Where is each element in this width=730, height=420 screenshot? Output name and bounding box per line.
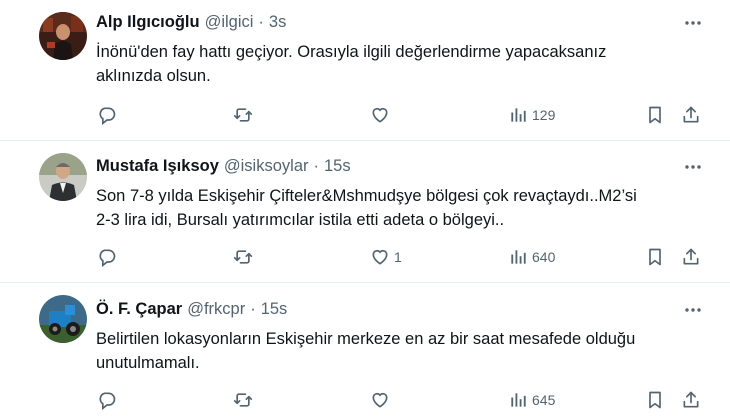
views-button[interactable]: 640 [508, 245, 555, 269]
share-icon [683, 391, 699, 408]
timestamp[interactable]: 3s [269, 13, 286, 32]
views-button[interactable]: 129 [508, 103, 555, 127]
tweet-text-line: aklınızda olsun. [96, 67, 211, 85]
tweet-text-line: İnönü'den fay hattı geçiyor. Orasıyla il… [96, 43, 607, 61]
like-button[interactable] [370, 388, 394, 412]
views-icon [511, 108, 526, 122]
bookmark-icon [649, 391, 661, 409]
reply-button[interactable] [97, 245, 117, 269]
separator-dot: · [250, 299, 256, 318]
share-icon [683, 106, 699, 123]
action-bar: 129 [0, 103, 730, 127]
retweet-button[interactable] [233, 245, 253, 269]
view-count: 645 [532, 392, 556, 408]
reply-icon [99, 392, 116, 410]
author-handle[interactable]: @frkcpr [187, 300, 245, 319]
views-button[interactable]: 645 [508, 388, 555, 412]
like-icon [372, 107, 388, 123]
tweet-text: Son 7-8 yılda Eskişehir Çifteler&Mshmudş… [96, 184, 706, 232]
more-options-button[interactable] [683, 300, 703, 320]
avatar[interactable] [39, 295, 87, 343]
views-icon [511, 393, 526, 407]
tweet-header: Mustafa Işıksoy @isiksoylar · 15s [96, 155, 351, 177]
share-button[interactable] [681, 388, 701, 412]
action-bar: 645 [0, 388, 730, 412]
share-button[interactable] [681, 103, 701, 127]
bookmark-icon [649, 248, 661, 266]
timestamp[interactable]: 15s [324, 157, 351, 176]
like-icon [372, 249, 388, 265]
tweet-text-line: Son 7-8 yılda Eskişehir Çifteler&Mshmudş… [96, 187, 637, 205]
share-icon [683, 248, 699, 265]
bookmark-button[interactable] [645, 245, 665, 269]
more-icon [685, 308, 701, 312]
tweet-text: Belirtilen lokasyonların Eskişehir merke… [96, 327, 706, 375]
tweet[interactable]: Ö. F. Çapar @frkcpr · 15s Belirtilen lok… [0, 283, 730, 420]
retweet-icon [233, 393, 253, 407]
tweet-text-line: Belirtilen lokasyonların Eskişehir merke… [96, 330, 636, 348]
retweet-button[interactable] [233, 388, 253, 412]
more-options-button[interactable] [683, 157, 703, 177]
action-bar: 1 640 [0, 245, 730, 269]
view-count: 640 [532, 249, 556, 265]
reply-icon [99, 249, 116, 267]
more-icon [685, 165, 701, 169]
author-name[interactable]: Mustafa Işıksoy [96, 157, 219, 176]
more-icon [685, 21, 701, 25]
retweet-icon [233, 108, 253, 122]
tweet-text: İnönü'den fay hattı geçiyor. Orasıyla il… [96, 40, 706, 88]
bookmark-icon [649, 106, 661, 124]
like-count: 1 [394, 249, 402, 265]
retweet-icon [233, 250, 253, 264]
author-handle[interactable]: @isiksoylar [224, 157, 309, 176]
tweet-header: Ö. F. Çapar @frkcpr · 15s [96, 298, 287, 320]
avatar[interactable] [39, 12, 87, 60]
tweet-text-line: unutulmamalı. [96, 354, 200, 372]
author-handle[interactable]: @ilgici [205, 13, 254, 32]
more-options-button[interactable] [683, 13, 703, 33]
bookmark-button[interactable] [645, 388, 665, 412]
views-icon [511, 250, 526, 264]
view-count: 129 [532, 107, 556, 123]
separator-dot: · [258, 12, 264, 31]
tweet[interactable]: Alp Ilgıcıoğlu @ilgici · 3s İnönü'den fa… [0, 0, 730, 140]
separator-dot: · [313, 156, 320, 175]
reply-button[interactable] [97, 103, 117, 127]
timestamp[interactable]: 15s [261, 300, 288, 319]
avatar[interactable] [39, 153, 87, 201]
tweet[interactable]: Mustafa Işıksoy @isiksoylar · 15s Son 7-… [0, 141, 730, 282]
retweet-button[interactable] [233, 103, 253, 127]
reply-icon [99, 107, 116, 125]
author-name[interactable]: Ö. F. Çapar [96, 300, 182, 319]
share-button[interactable] [681, 245, 701, 269]
author-name[interactable]: Alp Ilgıcıoğlu [96, 13, 200, 32]
reply-button[interactable] [97, 388, 117, 412]
tweet-text-line: 2-3 lira idi, Bursalı yatırımcılar istil… [96, 211, 505, 229]
like-button[interactable] [370, 103, 394, 127]
like-button[interactable]: 1 [370, 245, 402, 269]
tweet-header: Alp Ilgıcıoğlu @ilgici · 3s [96, 11, 286, 33]
like-icon [372, 392, 388, 408]
bookmark-button[interactable] [645, 103, 665, 127]
